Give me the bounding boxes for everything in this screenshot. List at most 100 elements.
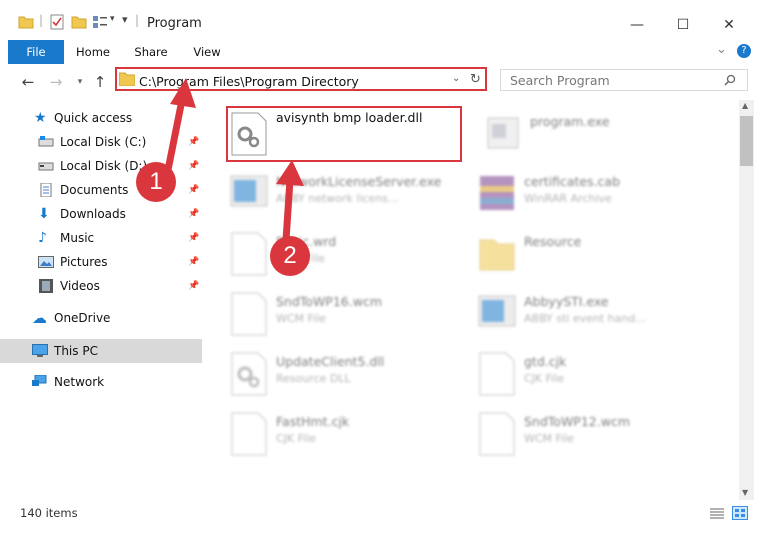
- sidebar-item-label: Documents: [60, 183, 129, 197]
- pin-icon[interactable]: 📌: [188, 137, 199, 149]
- search-placeholder: Search Program: [510, 73, 610, 88]
- sidebar-item-documents[interactable]: Documents: [38, 179, 128, 201]
- file-item[interactable]: program.exe: [484, 110, 714, 160]
- sidebar-item-onedrive[interactable]: ☁ OneDrive: [32, 307, 110, 329]
- address-path: C:\Program Files\Program Directory: [139, 74, 359, 89]
- window-title: Program: [147, 16, 202, 31]
- cloud-icon: ☁: [32, 309, 47, 327]
- sidebar-item-network[interactable]: Network: [32, 371, 104, 393]
- file-type: WCM File: [524, 432, 574, 445]
- dll-file-icon: [231, 352, 267, 396]
- file-name: SndToWP12.wcm: [524, 414, 630, 429]
- tab-view[interactable]: View: [184, 40, 230, 64]
- documents-icon: [40, 183, 52, 197]
- sidebar-item-label: Downloads: [60, 207, 126, 221]
- drive-icon: [38, 162, 54, 171]
- separator: |: [39, 13, 44, 27]
- up-button[interactable]: ↑: [90, 72, 110, 92]
- view-options-icon[interactable]: [92, 14, 108, 30]
- separator: |: [135, 13, 140, 27]
- properties-icon[interactable]: [49, 14, 65, 30]
- file-item[interactable]: Resource: [478, 230, 708, 280]
- exe-file-icon: [487, 117, 519, 149]
- pin-icon[interactable]: 📌: [188, 257, 199, 269]
- scroll-thumb[interactable]: [740, 116, 753, 166]
- sidebar-item-label: This PC: [54, 344, 98, 358]
- file-item[interactable]: SndToWP12.wcm WCM File: [478, 410, 708, 460]
- step-1-badge: 1: [136, 162, 176, 202]
- new-folder-icon[interactable]: [71, 14, 87, 30]
- maximize-button[interactable]: ☐: [660, 10, 706, 40]
- file-item[interactable]: NetworkLicenseServer.exe ABBY network li…: [230, 170, 460, 220]
- customize-toolbar-icon[interactable]: ▾: [122, 13, 128, 26]
- pin-icon[interactable]: 📌: [188, 233, 199, 245]
- back-button[interactable]: ←: [18, 72, 38, 92]
- pin-icon[interactable]: 📌: [188, 185, 199, 197]
- pin-icon[interactable]: 📌: [188, 281, 199, 293]
- videos-icon: [39, 279, 53, 293]
- sidebar-item-local-disk-d[interactable]: Local Disk (D:): [38, 155, 147, 177]
- file-item[interactable]: gtd.cjk CJK File: [478, 350, 708, 400]
- sidebar-item-downloads[interactable]: ⬇ Downloads: [38, 203, 126, 225]
- file-type: ABBY sti event hand...: [524, 312, 646, 325]
- exe-file-icon: [478, 295, 516, 327]
- sidebar-item-label: Quick access: [54, 111, 133, 125]
- close-button[interactable]: ✕: [706, 10, 752, 40]
- sidebar-item-label: Network: [54, 375, 105, 389]
- help-icon[interactable]: ?: [737, 44, 751, 58]
- pictures-icon: [38, 256, 54, 268]
- file-item[interactable]: SndToWP16.wcm WCM File: [230, 290, 460, 340]
- chevron-down-icon[interactable]: ▾: [110, 14, 115, 24]
- file-item[interactable]: UpdateClient5.dll Resource DLL: [230, 350, 460, 400]
- file-type: CJK File: [276, 432, 317, 445]
- search-icon[interactable]: [724, 74, 736, 86]
- file-item[interactable]: Basic.wrd WRD File: [230, 230, 460, 280]
- recent-locations-icon[interactable]: ▾: [70, 72, 90, 92]
- forward-button[interactable]: →: [46, 72, 66, 92]
- file-item[interactable]: AbbyySTI.exe ABBY sti event hand...: [478, 290, 708, 340]
- large-icons-view-icon[interactable]: [732, 506, 748, 520]
- address-dropdown-icon[interactable]: ⌄: [452, 73, 460, 84]
- pin-icon[interactable]: 📌: [188, 209, 199, 221]
- file-item[interactable]: FastHmt.cjk CJK File: [230, 410, 460, 460]
- sidebar-item-videos[interactable]: Videos: [38, 275, 100, 297]
- scroll-up-icon[interactable]: ▲: [742, 101, 748, 110]
- network-icon: [32, 375, 47, 386]
- tab-file[interactable]: File: [8, 40, 64, 64]
- pin-icon[interactable]: 📌: [188, 161, 199, 173]
- details-view-icon[interactable]: [710, 508, 724, 520]
- generic-file-icon: [479, 412, 515, 456]
- sidebar-item-music[interactable]: ♪ Music: [38, 227, 94, 249]
- exe-file-icon: [230, 175, 268, 207]
- file-name: UpdateClient5.dll: [276, 354, 385, 369]
- selected-row-highlight: [0, 339, 202, 363]
- star-icon: ★: [34, 110, 47, 126]
- file-type: WinRAR Archive: [524, 192, 612, 205]
- archive-file-icon: [480, 176, 514, 210]
- sidebar-item-quick-access[interactable]: ★ Quick access: [34, 107, 132, 129]
- sidebar-item-local-disk-c[interactable]: Local Disk (C:): [38, 131, 146, 153]
- file-name: FastHmt.cjk: [276, 414, 350, 429]
- folder-icon: [119, 72, 135, 86]
- folder-icon[interactable]: [18, 14, 34, 30]
- file-name: program.exe: [530, 114, 610, 129]
- drive-icon: [38, 136, 54, 147]
- refresh-icon[interactable]: ↻: [470, 72, 481, 87]
- scroll-down-icon[interactable]: ▼: [742, 488, 748, 497]
- sidebar-item-pictures[interactable]: Pictures: [38, 251, 108, 273]
- sidebar-item-label: Videos: [60, 279, 100, 293]
- file-item[interactable]: certificates.cab WinRAR Archive: [478, 170, 708, 220]
- tab-home[interactable]: Home: [70, 40, 116, 64]
- generic-file-icon: [231, 232, 267, 276]
- minimize-button[interactable]: —: [614, 10, 660, 40]
- generic-file-icon: [231, 292, 267, 336]
- file-name: NetworkLicenseServer.exe: [276, 174, 442, 189]
- sidebar-item-this-pc[interactable]: This PC: [32, 340, 98, 362]
- download-icon: ⬇: [38, 206, 50, 222]
- sidebar-item-label: Music: [60, 231, 95, 245]
- file-type: Resource DLL: [276, 372, 351, 385]
- expand-ribbon-icon[interactable]: ⌄: [716, 42, 727, 57]
- file-name: SndToWP16.wcm: [276, 294, 382, 309]
- status-item-count: 140 items: [20, 506, 78, 520]
- tab-share[interactable]: Share: [128, 40, 174, 64]
